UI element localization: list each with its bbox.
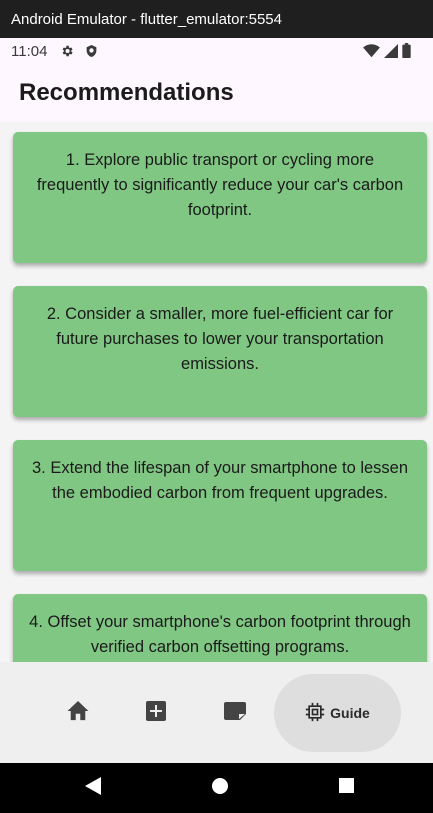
recommendations-list[interactable]: 1. Explore public transport or cycling m… [0,122,433,662]
system-navigation-bar [0,763,433,813]
recommendation-card: 3. Extend the lifespan of your smartphon… [13,440,427,571]
status-bar: 11:04 [0,38,433,64]
recommendation-card: 1. Explore public transport or cycling m… [13,132,427,263]
status-time: 11:04 [11,42,48,60]
gear-icon [59,43,75,59]
add-box-icon [146,700,166,726]
wifi-icon [363,43,380,62]
home-icon [67,700,89,726]
window-title: Android Emulator - flutter_emulator:5554 [11,10,282,28]
bottom-navigation: Guide [0,662,433,763]
shield-icon [83,43,99,59]
nav-guide-button[interactable]: Guide [274,674,401,752]
device-screen: 11:04 Recommendations 1. Explore public … [0,38,433,813]
page-title: Recommendations [19,79,234,106]
home-circle-icon [212,777,228,799]
window-titlebar: Android Emulator - flutter_emulator:5554 [0,0,433,38]
recommendation-card: 4. Offset your smartphone's carbon footp… [13,594,427,662]
back-triangle-icon [85,776,101,800]
sticky-note-icon [224,701,246,725]
back-button[interactable] [81,776,105,800]
recommendation-card: 2. Consider a smaller, more fuel-efficie… [13,286,427,417]
nav-notes-button[interactable] [220,698,250,728]
recommendation-text: 4. Offset your smartphone's carbon footp… [29,613,411,656]
nav-guide-label: Guide [330,705,370,721]
memory-chip-icon [305,702,325,725]
recents-square-icon [338,778,354,798]
signal-icon [384,43,398,62]
app-bar: Recommendations [0,64,433,122]
recommendation-text: 2. Consider a smaller, more fuel-efficie… [46,305,394,373]
battery-icon [402,43,411,62]
nav-home-button[interactable] [63,698,93,728]
home-system-button[interactable] [208,776,232,800]
recommendation-text: 1. Explore public transport or cycling m… [36,151,404,219]
status-icons-right [363,43,411,62]
recommendation-text: 3. Extend the lifespan of your smartphon… [31,459,409,502]
nav-add-button[interactable] [141,698,171,728]
recents-button[interactable] [334,776,358,800]
